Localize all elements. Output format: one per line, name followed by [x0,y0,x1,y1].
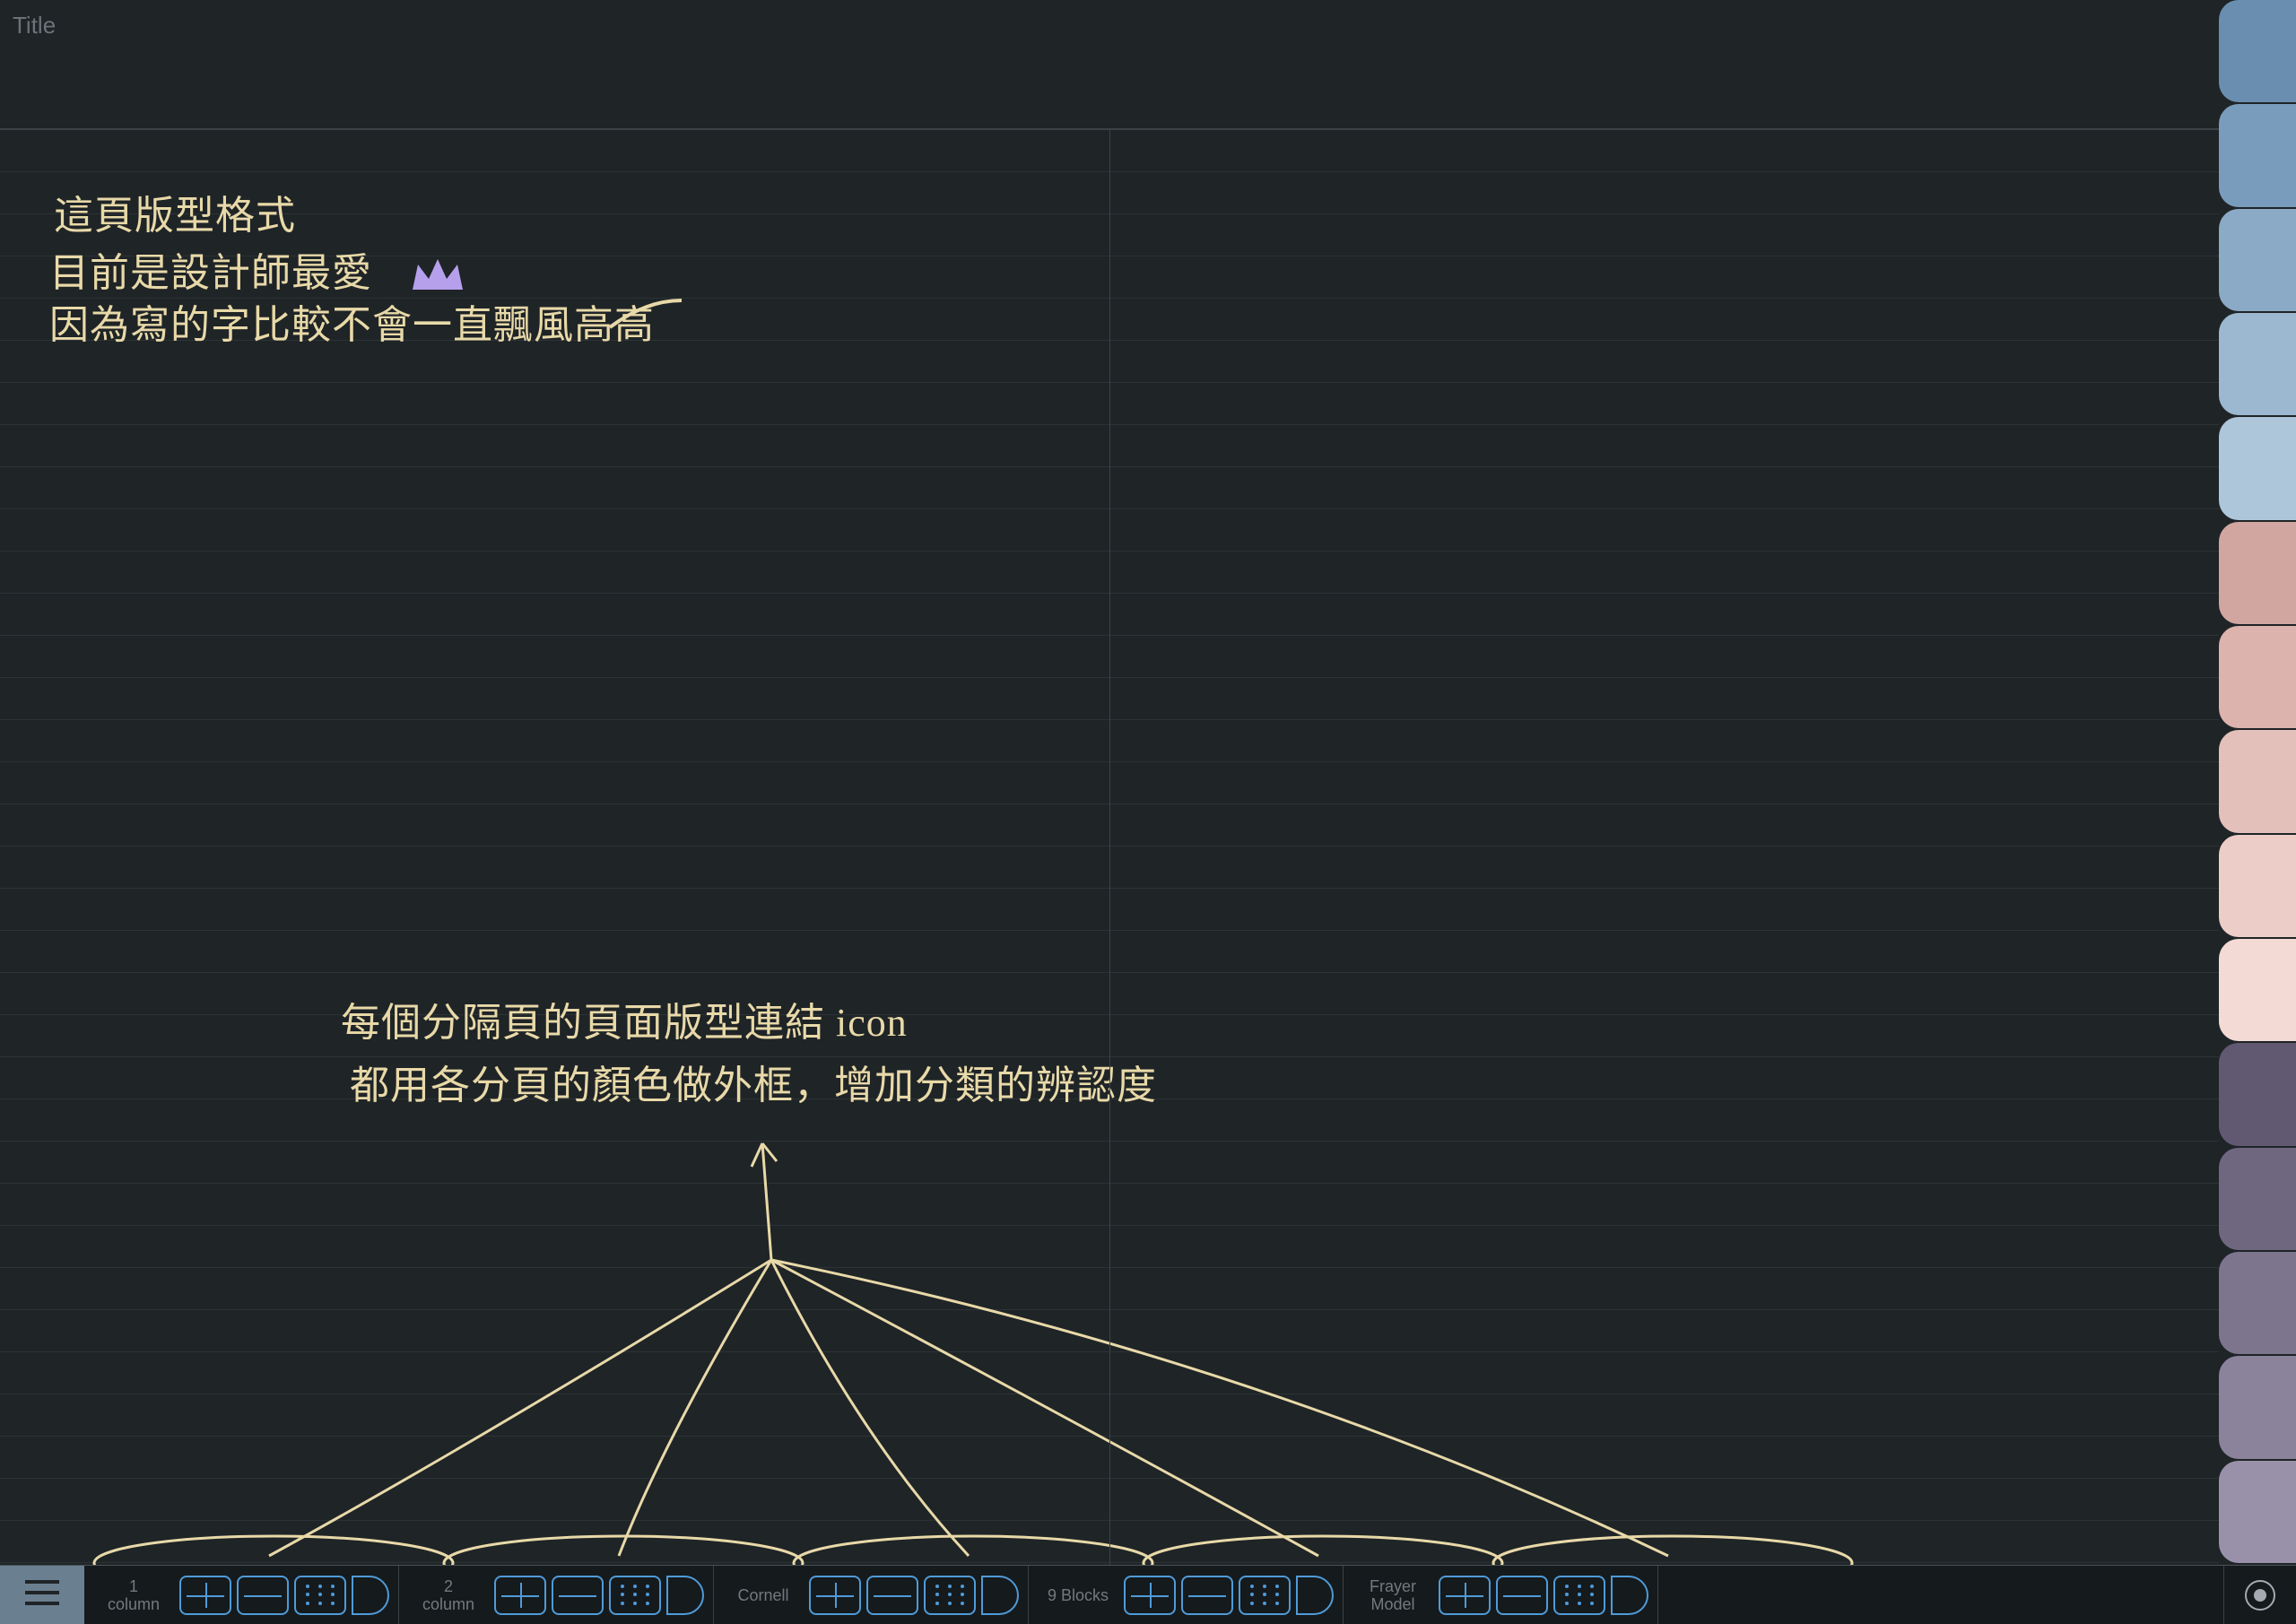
side-tab-13[interactable] [2219,1252,2296,1354]
handwriting-line: 因為寫的字比較不會一直飄風高高 [49,303,655,347]
layout-link-icon[interactable] [924,1576,976,1615]
side-tab-10[interactable] [2219,939,2296,1041]
highlight-ellipse [94,1536,453,1565]
layout-link-icon[interactable] [809,1576,861,1615]
record-icon [2245,1580,2275,1611]
connector-line [771,1260,1318,1556]
layout-icon-row [809,1576,1019,1615]
layout-link-icon[interactable] [1124,1576,1176,1615]
layout-group-label: 2 column [408,1577,494,1613]
layout-group-2: Cornell [714,1566,1029,1624]
layout-link-icon[interactable] [666,1576,704,1615]
layout-group-label: Cornell [723,1586,809,1604]
layout-group-label: 1 column [93,1577,179,1613]
layout-link-icon[interactable] [294,1576,346,1615]
layout-link-icon[interactable] [1181,1576,1233,1615]
layout-link-icon[interactable] [1439,1576,1491,1615]
side-tab-6[interactable] [2219,522,2296,624]
arrow-head-icon [752,1143,777,1167]
bottom-toolbar: 1 column 2 column Cornell 9 Blocks Frayer Mo… [0,1565,2296,1624]
handwriting-line: 都用各分頁的顏色做外框，增加分類的辨認度 [350,1064,1157,1107]
layout-link-icon[interactable] [866,1576,918,1615]
record-button[interactable] [2224,1566,2296,1624]
connector-line [269,1260,771,1556]
layout-link-icon[interactable] [179,1576,231,1615]
layout-group-4: Frayer Model [1344,1566,1658,1624]
layout-link-icon[interactable] [1496,1576,1548,1615]
side-tab-3[interactable] [2219,209,2296,311]
side-tab-4[interactable] [2219,313,2296,415]
side-tab-11[interactable] [2219,1043,2296,1145]
layout-link-icon[interactable] [494,1576,546,1615]
connector-line [771,1260,969,1556]
side-tab-1[interactable] [2219,0,2296,102]
layout-icon-row [1124,1576,1334,1615]
handwriting-line: 目前是設計師最愛 [49,251,372,295]
handwriting-line: 這頁版型格式 [54,194,296,238]
layout-group-label: 9 Blocks [1038,1586,1124,1604]
title-bar [0,0,2219,129]
connector-line [619,1260,771,1556]
layout-group-3: 9 Blocks [1029,1566,1344,1624]
toolbar-spacer [1658,1566,2224,1624]
menu-button[interactable] [0,1566,84,1624]
layout-icon-row [494,1576,704,1615]
layout-group-1: 2 column [399,1566,714,1624]
hamburger-icon [22,1575,63,1615]
layout-icon-row [179,1576,389,1615]
side-tab-12[interactable] [2219,1148,2296,1250]
side-tab-8[interactable] [2219,730,2296,832]
layout-link-icon[interactable] [1553,1576,1605,1615]
note-canvas[interactable]: 這頁版型格式 目前是設計師最愛 因為寫的字比較不會一直飄風高高 每個分隔頁的頁面… [0,129,2219,1565]
layout-link-icon[interactable] [1296,1576,1334,1615]
swoosh-icon [610,300,682,327]
layout-link-icon[interactable] [609,1576,661,1615]
layout-group-0: 1 column [84,1566,399,1624]
highlight-ellipse [444,1536,803,1565]
side-tab-9[interactable] [2219,835,2296,937]
layout-icon-row [1439,1576,1648,1615]
layout-link-icon[interactable] [1239,1576,1291,1615]
side-tab-14[interactable] [2219,1356,2296,1458]
side-tab-5[interactable] [2219,417,2296,519]
crown-icon [413,259,463,290]
handwriting-line: 每個分隔頁的頁面版型連結 icon [341,1001,908,1045]
layout-link-icon[interactable] [552,1576,604,1615]
side-tab-2[interactable] [2219,104,2296,206]
arrow-line [762,1143,771,1260]
side-tab-strip [2219,0,2296,1565]
title-input[interactable] [13,7,551,43]
connector-line [771,1260,1668,1556]
layout-link-icon[interactable] [352,1576,389,1615]
layout-link-icon[interactable] [1611,1576,1648,1615]
side-tab-15[interactable] [2219,1461,2296,1563]
layout-link-icon[interactable] [981,1576,1019,1615]
layout-group-label: Frayer Model [1352,1577,1439,1613]
side-tab-7[interactable] [2219,626,2296,728]
highlight-ellipse [794,1536,1152,1565]
highlight-ellipse [1144,1536,1502,1565]
layout-link-icon[interactable] [237,1576,289,1615]
highlight-ellipse [1493,1536,1852,1565]
